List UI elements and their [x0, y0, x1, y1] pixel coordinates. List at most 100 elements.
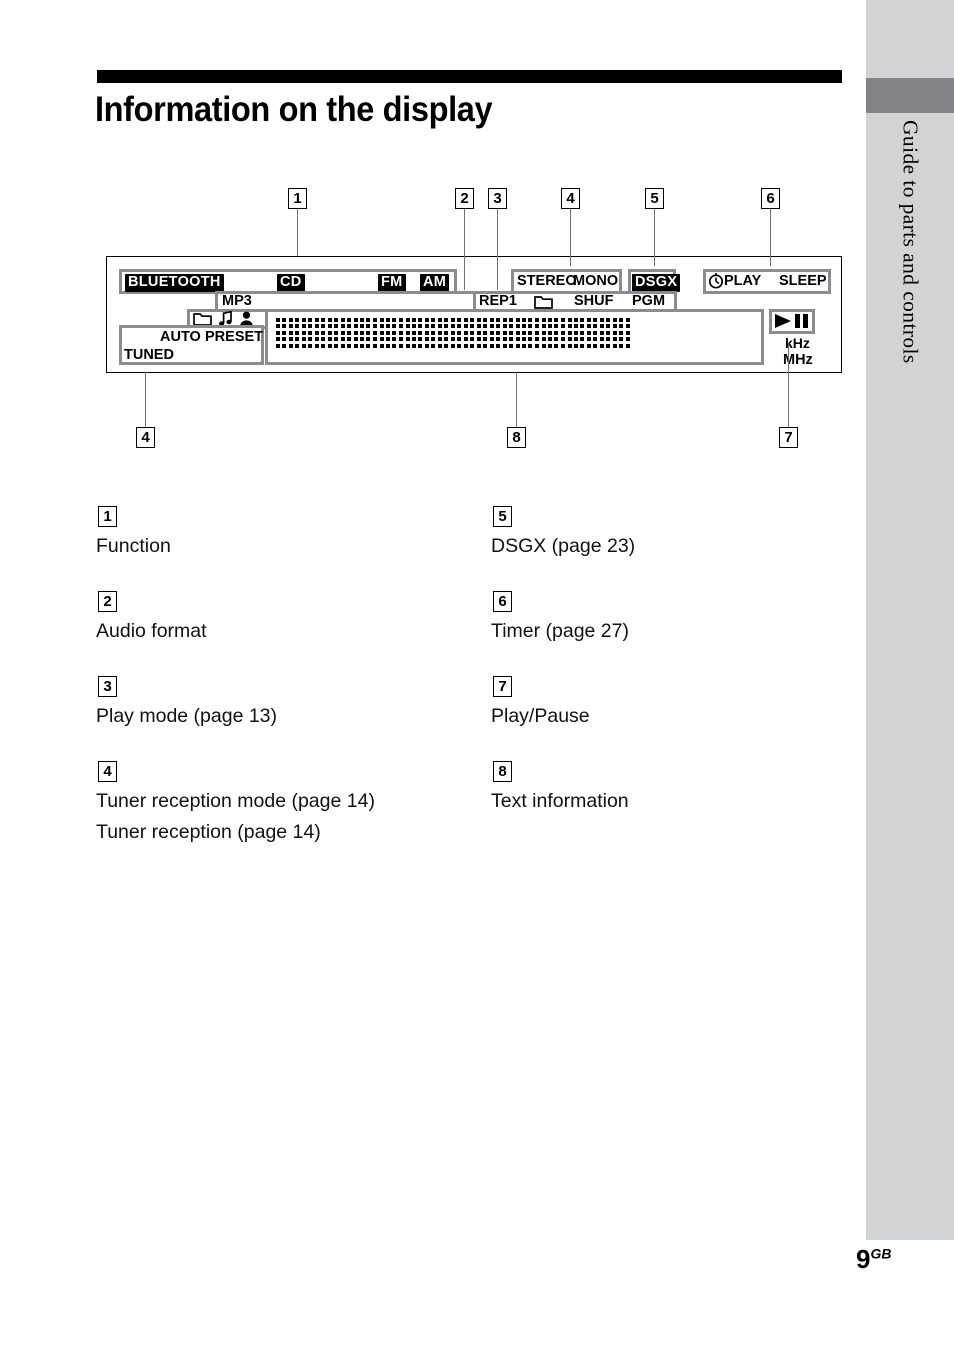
matrix-dot	[431, 343, 436, 348]
text-character-cell	[405, 318, 436, 348]
matrix-dot	[438, 318, 442, 322]
matrix-dot	[438, 330, 442, 335]
matrix-dot	[444, 318, 449, 322]
indicator-sleep: SLEEP	[779, 273, 827, 289]
matrix-dot	[321, 337, 326, 342]
matrix-dot	[385, 330, 390, 335]
matrix-dot	[495, 343, 500, 348]
matrix-dot	[333, 343, 338, 348]
matrix-dot	[366, 318, 371, 322]
matrix-dot	[444, 343, 449, 348]
matrix-dot	[340, 337, 345, 342]
matrix-dot	[353, 324, 358, 329]
indicator-preset: PRESET	[205, 329, 264, 345]
matrix-dot	[373, 318, 378, 322]
matrix-dot	[567, 330, 572, 335]
matrix-dot	[314, 343, 319, 348]
matrix-dot	[554, 330, 559, 335]
legend-num-6: 6	[493, 591, 512, 612]
matrix-dot	[541, 343, 546, 348]
matrix-dot	[470, 324, 475, 329]
side-tab-band	[866, 78, 954, 113]
matrix-dot	[431, 337, 436, 342]
text-character-cell	[373, 318, 403, 348]
matrix-dot	[444, 330, 449, 335]
matrix-dot	[385, 318, 390, 322]
matrix-dot	[359, 318, 364, 322]
matrix-dot	[353, 337, 358, 342]
text-character-cell	[535, 318, 565, 348]
matrix-dot	[385, 343, 390, 348]
page-title: Information on the display	[95, 90, 493, 129]
matrix-dot	[288, 318, 293, 322]
matrix-dot	[567, 343, 572, 348]
matrix-dot	[509, 330, 514, 335]
matrix-dot	[560, 343, 565, 348]
matrix-dot	[321, 324, 326, 329]
matrix-dot	[385, 337, 390, 342]
matrix-dot	[521, 343, 526, 348]
callout-top-5: 5	[645, 188, 664, 209]
matrix-dot	[547, 324, 552, 329]
matrix-dot	[295, 324, 300, 329]
matrix-dot	[580, 330, 585, 335]
matrix-dot	[560, 324, 565, 329]
text-character-cell	[567, 318, 598, 348]
matrix-dot	[535, 318, 540, 322]
clock-icon	[708, 273, 724, 289]
matrix-dot	[606, 343, 611, 348]
matrix-dot	[521, 324, 526, 329]
callout-top-3: 3	[488, 188, 507, 209]
matrix-dot	[398, 337, 403, 342]
matrix-dot	[379, 343, 384, 348]
legend-num-7: 7	[493, 676, 512, 697]
matrix-dot	[405, 324, 410, 329]
matrix-dot	[489, 318, 494, 322]
callout-top-6: 6	[761, 188, 780, 209]
matrix-dot	[276, 343, 280, 348]
matrix-dot	[586, 337, 591, 342]
matrix-dot	[295, 330, 300, 335]
matrix-dot	[625, 318, 630, 322]
matrix-dot	[353, 318, 358, 322]
legend-text-7: Play/Pause	[491, 705, 590, 727]
text-character-cell	[502, 318, 533, 348]
matrix-dot	[392, 337, 397, 342]
matrix-dot	[528, 343, 533, 348]
matrix-dot	[392, 318, 397, 322]
matrix-dot	[373, 343, 378, 348]
matrix-dot	[600, 337, 604, 342]
callout-top-1: 1	[288, 188, 307, 209]
matrix-dot	[528, 324, 533, 329]
matrix-dot	[450, 318, 455, 322]
indicator-fm: FM	[378, 274, 406, 292]
callout-leader-b4	[144, 372, 147, 427]
matrix-dot	[515, 337, 520, 342]
matrix-dot	[509, 337, 514, 342]
matrix-dot	[327, 330, 332, 335]
matrix-dot	[606, 330, 611, 335]
matrix-dot	[398, 330, 403, 335]
matrix-dot	[521, 330, 526, 335]
matrix-dot	[301, 318, 306, 322]
matrix-dot	[619, 343, 624, 348]
page-number: 9GB	[856, 1244, 891, 1275]
matrix-dot	[301, 337, 306, 342]
callout-leader-b7	[787, 343, 790, 427]
indicator-shuf: SHUF	[574, 293, 614, 309]
matrix-dot	[347, 337, 352, 342]
matrix-dot	[619, 324, 624, 329]
matrix-dot	[600, 330, 604, 335]
matrix-dot	[288, 330, 293, 335]
text-information-box	[265, 309, 764, 365]
callout-leader-6	[769, 209, 772, 266]
matrix-dot	[612, 318, 617, 322]
matrix-dot	[347, 343, 352, 348]
matrix-dot	[502, 330, 507, 335]
matrix-dot	[308, 330, 313, 335]
folder-icon	[534, 296, 553, 309]
matrix-dot	[586, 330, 591, 335]
legend-num-8: 8	[493, 761, 512, 782]
matrix-dot	[288, 343, 293, 348]
matrix-dot	[405, 318, 410, 322]
